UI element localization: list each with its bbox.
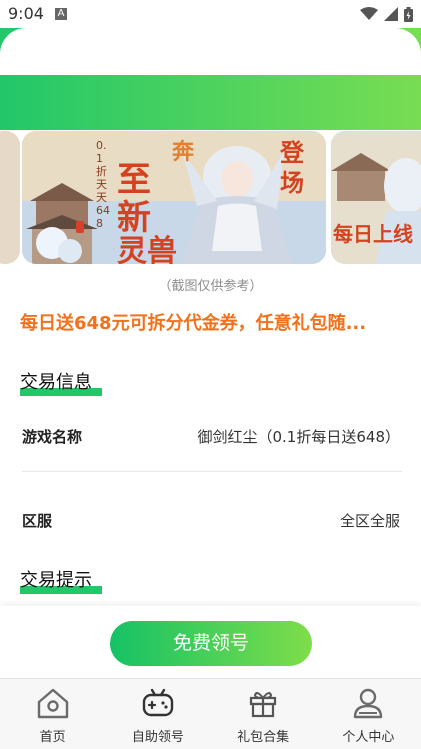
banner-caption: （截图仅供参考） [158,279,263,294]
game-promo-art: 至 新 灵兽 登 场 奔 [22,131,326,264]
nav-label: 礼包合集 [237,730,290,745]
home-icon [36,686,70,720]
svg-text:至: 至 [117,160,151,200]
info-label: 游戏名称 [22,427,83,446]
header [0,28,421,130]
status-time: 9:04 [8,4,44,23]
banner-next-card[interactable]: 每日上线 [331,131,421,264]
gift-icon [246,686,280,720]
nav-label: 个人中心 [342,730,395,745]
info-row-server: 区服 全区全服 [22,504,400,536]
section-title-trade-info: 交易信息 [20,368,102,396]
svg-text:奔: 奔 [172,139,195,165]
banner-vertical-text: 0.1折天天648 [96,139,110,230]
divider [22,471,402,472]
nav-label: 自助领号 [131,730,184,745]
section-title-text: 交易提示 [20,570,92,591]
user-icon [351,686,385,720]
section-title-text: 交易信息 [20,372,92,393]
svg-text:灵兽: 灵兽 [117,234,177,264]
bottom-nav: 首页 自助领号 礼包合集 个人中心 [0,678,421,749]
info-value: 御剑红尘（0.1折每日送648） [197,427,401,446]
wifi-icon [360,7,378,20]
claim-account-button[interactable]: 免费领号 [110,621,312,666]
nav-item-home[interactable]: 首页 [0,679,105,749]
info-label: 区服 [22,511,53,530]
notification-icon: A [55,8,67,20]
banner-prev-card[interactable] [0,131,20,264]
header-top-panel [0,28,421,75]
banner-main-card[interactable]: 至 新 灵兽 登 场 奔 0.1折天天648 [22,131,326,264]
svg-text:登: 登 [279,138,305,167]
gamepad-icon [141,686,175,720]
info-value: 全区全服 [339,511,400,530]
svg-text:场: 场 [280,168,304,197]
status-bar: 9:04 A [0,0,421,30]
promo-title: 每日送648元可拆分代金券，任意礼包随... [20,313,367,334]
banner-carousel[interactable]: 至 新 灵兽 登 场 奔 0.1折天天648 每日上线 [0,128,421,266]
svg-text:每日上线: 每日上线 [333,222,413,246]
nav-item-self-claim[interactable]: 自助领号 [105,679,210,749]
game-promo-art-next: 每日上线 [331,131,421,264]
nav-item-profile[interactable]: 个人中心 [316,679,421,749]
cta-bar: 免费领号 [0,606,421,678]
svg-text:新: 新 [117,198,151,238]
status-icons [360,6,413,22]
nav-item-gift-collection[interactable]: 礼包合集 [211,679,316,749]
section-title-trade-tips: 交易提示 [20,566,102,594]
nav-label: 首页 [39,730,66,745]
info-row-game-name: 游戏名称 御剑红尘（0.1折每日送648） [22,420,400,452]
battery-icon [404,6,413,22]
signal-icon [384,7,398,21]
